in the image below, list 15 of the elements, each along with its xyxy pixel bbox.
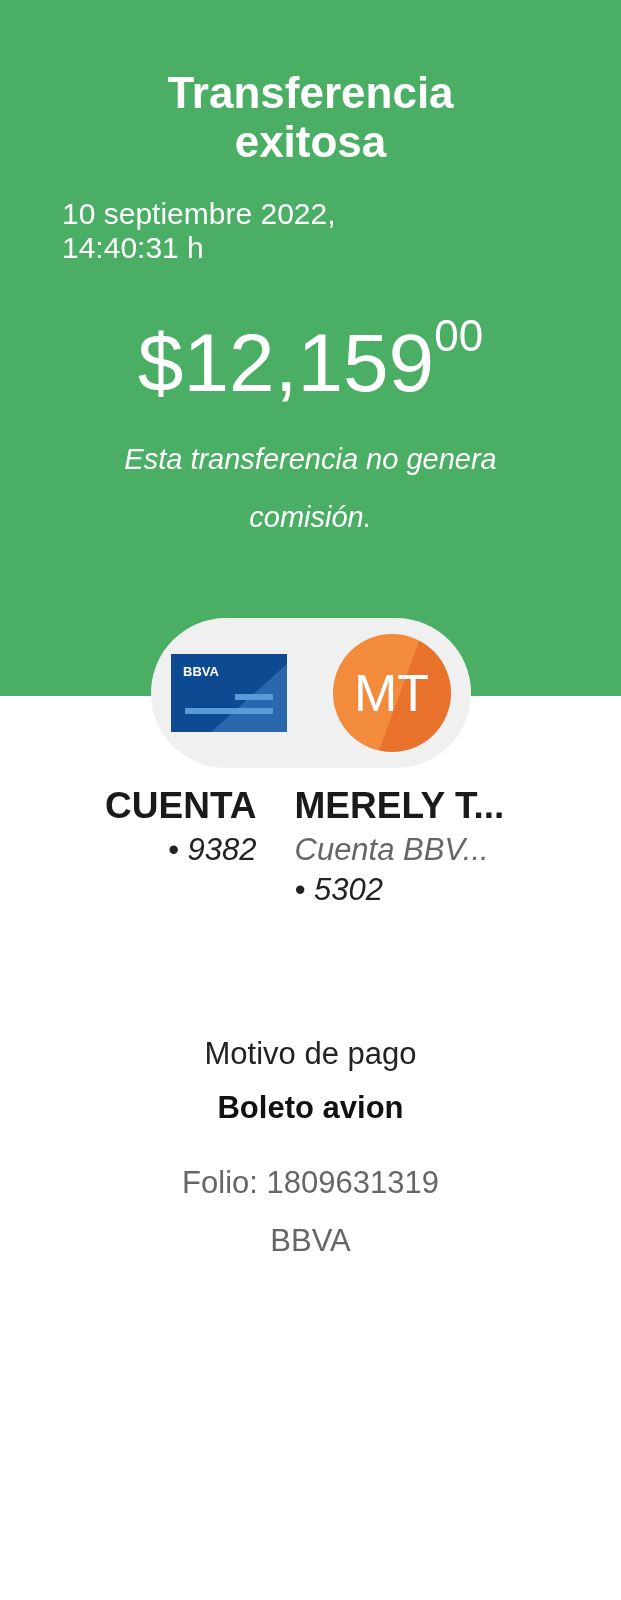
date-text: 10 septiembre 2022, 14:40:31 h (62, 196, 337, 266)
recipient-bank: Cuenta BBV... (294, 831, 490, 870)
account-number: • 5302 (294, 871, 384, 910)
title: Transferencia exitosa (166, 68, 455, 167)
reason-value: Boleto avion (216, 1089, 405, 1128)
recipient-name: MERELY T... (294, 784, 506, 828)
amount: $12,159$^{00}$ (136, 317, 485, 408)
commission-note: Esta transferencia no genera comisión. (123, 441, 498, 535)
avatar: MT (332, 634, 451, 752)
account-number: • 9382 (167, 831, 257, 870)
account-name: CUENTA (104, 784, 257, 828)
reason-label: Motivo de pago (203, 1034, 418, 1073)
bank-name: BBVA (269, 1222, 352, 1261)
card-label: BBVA (182, 664, 219, 679)
folio-text: Folio: 1809631319 (181, 1163, 440, 1202)
